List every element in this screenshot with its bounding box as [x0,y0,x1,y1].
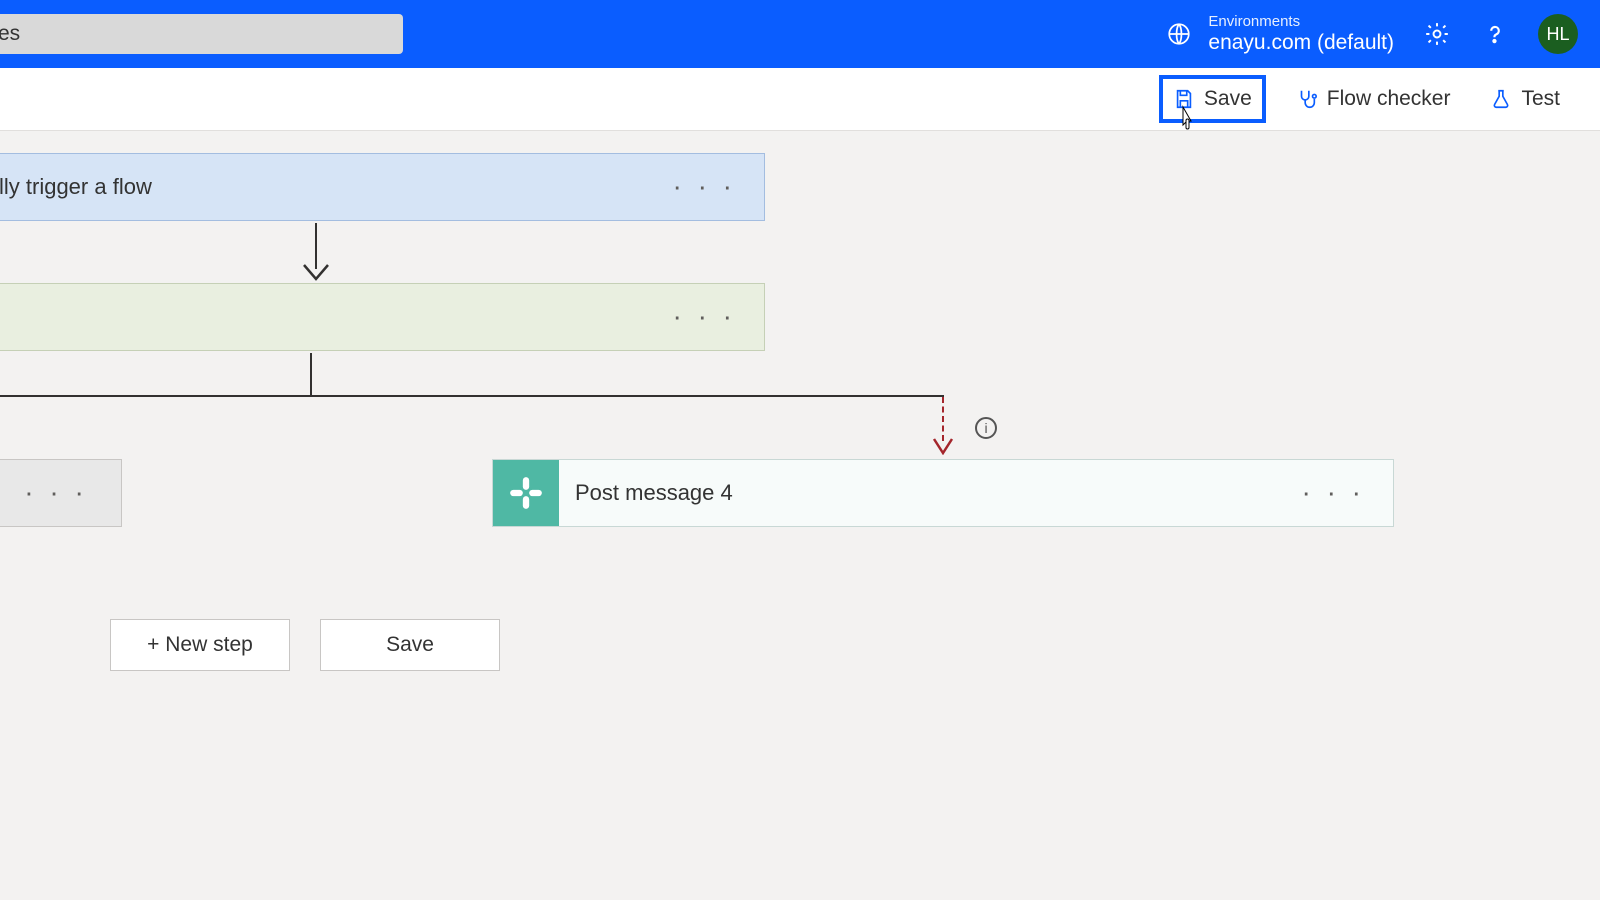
flow-canvas[interactable]: lly trigger a flow · · · · · · i · · · P [0,131,1600,900]
stethoscope-icon [1296,88,1318,110]
action-card[interactable]: · · · [0,283,765,351]
flow-footer-buttons: + New step Save [110,619,500,671]
avatar[interactable]: HL [1538,14,1578,54]
editor-toolbar: Save Flow checker Test [0,68,1600,131]
save-label-footer: Save [386,633,434,657]
environment-picker[interactable]: Environments enayu.com (default) [1164,13,1394,54]
connector-dashed [942,397,944,441]
trigger-card[interactable]: lly trigger a flow · · · [0,153,765,221]
header-right: Environments enayu.com (default) HL [1164,0,1588,68]
new-step-label: + New step [147,633,253,657]
flow-checker-label: Flow checker [1327,87,1451,111]
flask-icon [1490,88,1512,110]
card-menu-icon[interactable]: · · · [672,309,736,326]
connector-line [0,395,944,397]
save-button[interactable]: Save [1159,75,1266,123]
avatar-initials: HL [1546,24,1569,45]
info-icon[interactable]: i [975,417,997,439]
card-menu-icon[interactable]: · · · [24,485,88,502]
post-message-card[interactable]: Post message 4 · · · [492,459,1394,527]
branch-card-left[interactable]: · · · [0,459,122,527]
globe-icon [1164,19,1194,49]
card-menu-icon[interactable]: · · · [672,179,736,196]
env-label: Environments [1208,13,1394,30]
save-label: Save [1204,87,1252,111]
trigger-title: lly trigger a flow [0,174,152,200]
card-menu-icon[interactable]: · · · [1301,485,1365,502]
connector-arrowhead [932,437,954,455]
new-step-button[interactable]: + New step [110,619,290,671]
connector-line [310,353,312,395]
search-input[interactable]: es [0,14,403,54]
test-button[interactable]: Test [1480,79,1570,119]
flow-checker-button[interactable]: Flow checker [1286,79,1461,119]
help-icon[interactable] [1480,19,1510,49]
cursor-icon [1179,105,1199,131]
app-header: es Environments enayu.com (default) [0,0,1600,68]
slack-icon [493,460,559,526]
env-value: enayu.com (default) [1208,31,1394,55]
gear-icon[interactable] [1422,19,1452,49]
test-label: Test [1521,87,1560,111]
save-button-footer[interactable]: Save [320,619,500,671]
search-value: es [0,22,20,46]
connector-arrow [296,223,336,281]
post-message-title: Post message 4 [575,480,733,506]
